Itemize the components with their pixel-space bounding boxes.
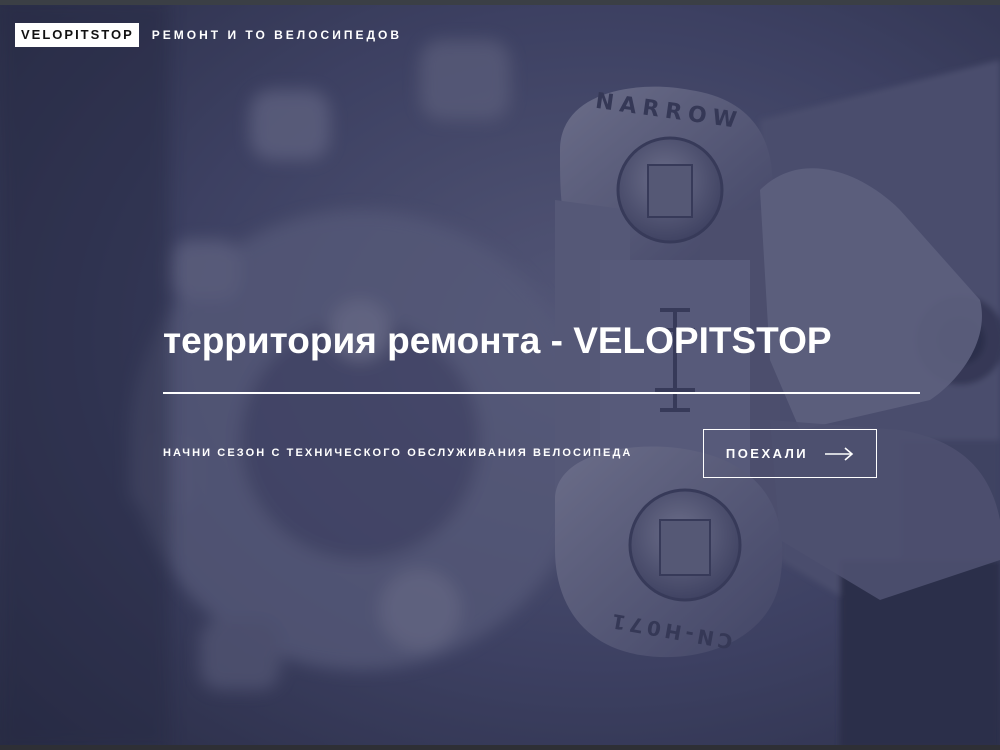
bottom-border: [0, 745, 1000, 750]
site-header: VELOPITSTOP РЕМОНТ И ТО ВЕЛОСИПЕДОВ: [15, 23, 402, 47]
hero-headline: территория ремонта - VELOPITSTOP: [163, 320, 832, 361]
site-tagline: РЕМОНТ И ТО ВЕЛОСИПЕДОВ: [151, 28, 402, 42]
cta-button-label: ПОЕХАЛИ: [725, 446, 809, 461]
hero-subline: НАЧНИ СЕЗОН С ТЕХНИЧЕСКОГО ОБСЛУЖИВАНИЯ …: [163, 447, 633, 459]
arrow-right-icon: [824, 446, 854, 461]
hero-divider: [163, 392, 920, 394]
hero-overlay: [0, 0, 1000, 750]
site-logo[interactable]: VELOPITSTOP: [15, 23, 139, 47]
landing-page: NARROW CN-H071 VELOPITSTOP РЕМОНТ И ТО В…: [0, 0, 1000, 750]
top-border: [0, 0, 1000, 5]
cta-button[interactable]: ПОЕХАЛИ: [703, 429, 877, 478]
